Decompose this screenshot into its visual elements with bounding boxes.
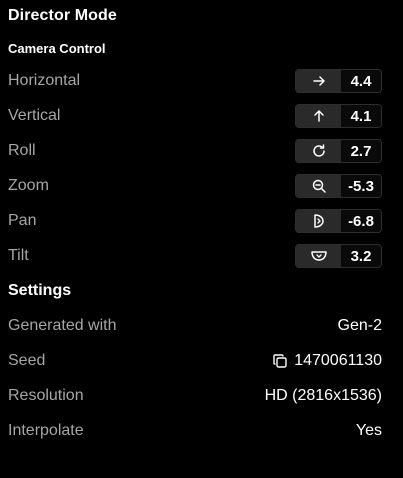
setting-label: Interpolate <box>8 422 84 439</box>
camera-value: 4.4 <box>341 70 381 92</box>
camera-row-tilt: Tilt 3.2 <box>8 244 382 268</box>
roll-control: 2.7 <box>295 139 382 163</box>
camera-row-roll: Roll 2.7 <box>8 139 382 163</box>
arrow-up-icon[interactable] <box>296 105 341 127</box>
setting-value: Yes <box>355 422 382 439</box>
director-mode-panel: Director Mode Camera Control Horizontal … <box>0 0 403 478</box>
seed-value: 1470061130 <box>294 352 382 369</box>
horizontal-control: 4.4 <box>295 69 382 93</box>
zoom-out-icon[interactable] <box>296 175 341 197</box>
camera-value: -6.8 <box>341 210 381 232</box>
setting-value: HD (2816x1536) <box>264 387 382 404</box>
setting-seed: Seed 1470061130 <box>8 349 382 373</box>
camera-label: Horizontal <box>8 72 81 89</box>
camera-label: Vertical <box>8 107 61 124</box>
seed-value-group: 1470061130 <box>272 352 382 370</box>
pan-icon[interactable] <box>296 210 341 232</box>
settings-heading: Settings <box>8 282 72 299</box>
arrow-right-icon[interactable] <box>296 70 341 92</box>
vertical-control: 4.1 <box>295 104 382 128</box>
camera-label: Tilt <box>8 247 29 264</box>
rotate-icon[interactable] <box>296 140 341 162</box>
copy-icon[interactable] <box>272 353 288 369</box>
tilt-icon[interactable] <box>296 245 341 267</box>
zoom-control: -5.3 <box>295 174 382 198</box>
setting-interpolate: Interpolate Yes <box>8 419 382 443</box>
setting-label: Seed <box>8 352 46 369</box>
camera-value: -5.3 <box>341 175 381 197</box>
camera-row-vertical: Vertical 4.1 <box>8 104 382 128</box>
setting-value: Gen-2 <box>337 317 382 334</box>
camera-value: 3.2 <box>341 245 381 267</box>
panel-title: Director Mode <box>8 7 117 24</box>
setting-label: Generated with <box>8 317 117 334</box>
camera-label: Roll <box>8 142 36 159</box>
camera-value: 4.1 <box>341 105 381 127</box>
camera-row-horizontal: Horizontal 4.4 <box>8 69 382 93</box>
camera-row-pan: Pan -6.8 <box>8 209 382 233</box>
camera-control-heading: Camera Control <box>8 41 106 56</box>
tilt-control: 3.2 <box>295 244 382 268</box>
setting-resolution: Resolution HD (2816x1536) <box>8 384 382 408</box>
pan-control: -6.8 <box>295 209 382 233</box>
setting-label: Resolution <box>8 387 84 404</box>
setting-generated-with: Generated with Gen-2 <box>8 314 382 338</box>
camera-label: Pan <box>8 212 37 229</box>
camera-label: Zoom <box>8 177 49 194</box>
camera-value: 2.7 <box>341 140 381 162</box>
camera-row-zoom: Zoom -5.3 <box>8 174 382 198</box>
